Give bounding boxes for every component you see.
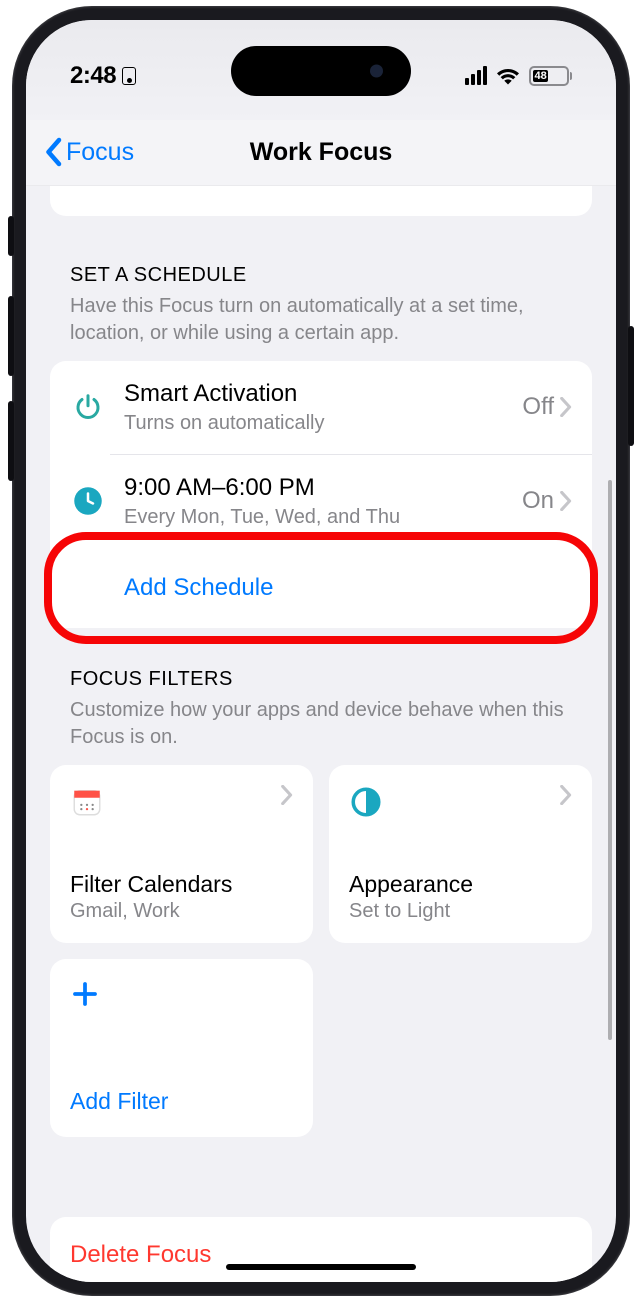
delete-focus-button[interactable]: Delete Focus — [50, 1217, 592, 1282]
appearance-sub: Set to Light — [349, 900, 572, 923]
wifi-icon — [496, 67, 520, 85]
schedule-card: Smart Activation Turns on automatically … — [50, 361, 592, 628]
filters-grid: Filter Calendars Gmail, Work Appearance — [50, 765, 592, 1137]
filters-header: FOCUS FILTERS — [50, 668, 592, 697]
status-time: 2:48 — [70, 62, 116, 90]
smart-activation-value: Off — [522, 393, 554, 421]
delete-focus-label: Delete Focus — [70, 1241, 211, 1268]
back-label: Focus — [66, 138, 134, 167]
smart-activation-row[interactable]: Smart Activation Turns on automatically … — [50, 361, 592, 454]
screen: 2:48 48 Focus Work Focus — [26, 20, 616, 1282]
add-filter-label: Add Filter — [70, 1088, 293, 1115]
sim-icon — [122, 67, 136, 85]
content-scroll[interactable]: SET A SCHEDULE Have this Focus turn on a… — [26, 186, 616, 1282]
add-filter-tile[interactable]: Add Filter — [50, 959, 313, 1137]
time-schedule-value: On — [522, 487, 554, 515]
schedule-header: SET A SCHEDULE — [50, 264, 592, 293]
smart-activation-sub: Turns on automatically — [124, 410, 522, 436]
filters-desc: Customize how your apps and device behav… — [50, 697, 592, 765]
appearance-icon — [349, 785, 383, 819]
battery-indicator: 48 — [529, 66, 572, 86]
power-icon — [73, 392, 103, 422]
home-indicator[interactable] — [226, 1264, 416, 1270]
side-button — [8, 401, 14, 481]
add-schedule-label: Add Schedule — [124, 574, 273, 602]
plus-icon — [70, 979, 100, 1009]
calendar-icon — [70, 785, 104, 819]
chevron-left-icon — [42, 137, 64, 167]
side-button — [8, 296, 14, 376]
time-schedule-row[interactable]: 9:00 AM–6:00 PM Every Mon, Tue, Wed, and… — [50, 455, 592, 548]
time-schedule-title: 9:00 AM–6:00 PM — [124, 473, 522, 503]
filter-calendars-sub: Gmail, Work — [70, 900, 293, 923]
previous-section-stub — [50, 186, 592, 216]
chevron-right-icon — [560, 491, 572, 511]
add-schedule-button[interactable]: Add Schedule — [50, 548, 592, 628]
back-button[interactable]: Focus — [42, 137, 134, 167]
scroll-indicator — [608, 480, 612, 1040]
filter-calendars-tile[interactable]: Filter Calendars Gmail, Work — [50, 765, 313, 943]
chevron-right-icon — [560, 397, 572, 417]
side-button — [8, 216, 14, 256]
filter-calendars-title: Filter Calendars — [70, 871, 293, 898]
side-button — [628, 326, 634, 446]
appearance-tile[interactable]: Appearance Set to Light — [329, 765, 592, 943]
appearance-title: Appearance — [349, 871, 572, 898]
clock-icon — [73, 486, 103, 516]
chevron-right-icon — [281, 785, 293, 805]
page-title: Work Focus — [250, 138, 393, 167]
dynamic-island — [231, 46, 411, 96]
chevron-right-icon — [560, 785, 572, 805]
smart-activation-title: Smart Activation — [124, 379, 522, 409]
cellular-icon — [465, 66, 487, 85]
schedule-desc: Have this Focus turn on automatically at… — [50, 293, 592, 361]
device-frame: 2:48 48 Focus Work Focus — [12, 6, 630, 1296]
time-schedule-sub: Every Mon, Tue, Wed, and Thu — [124, 504, 522, 530]
nav-bar: Focus Work Focus — [26, 120, 616, 186]
